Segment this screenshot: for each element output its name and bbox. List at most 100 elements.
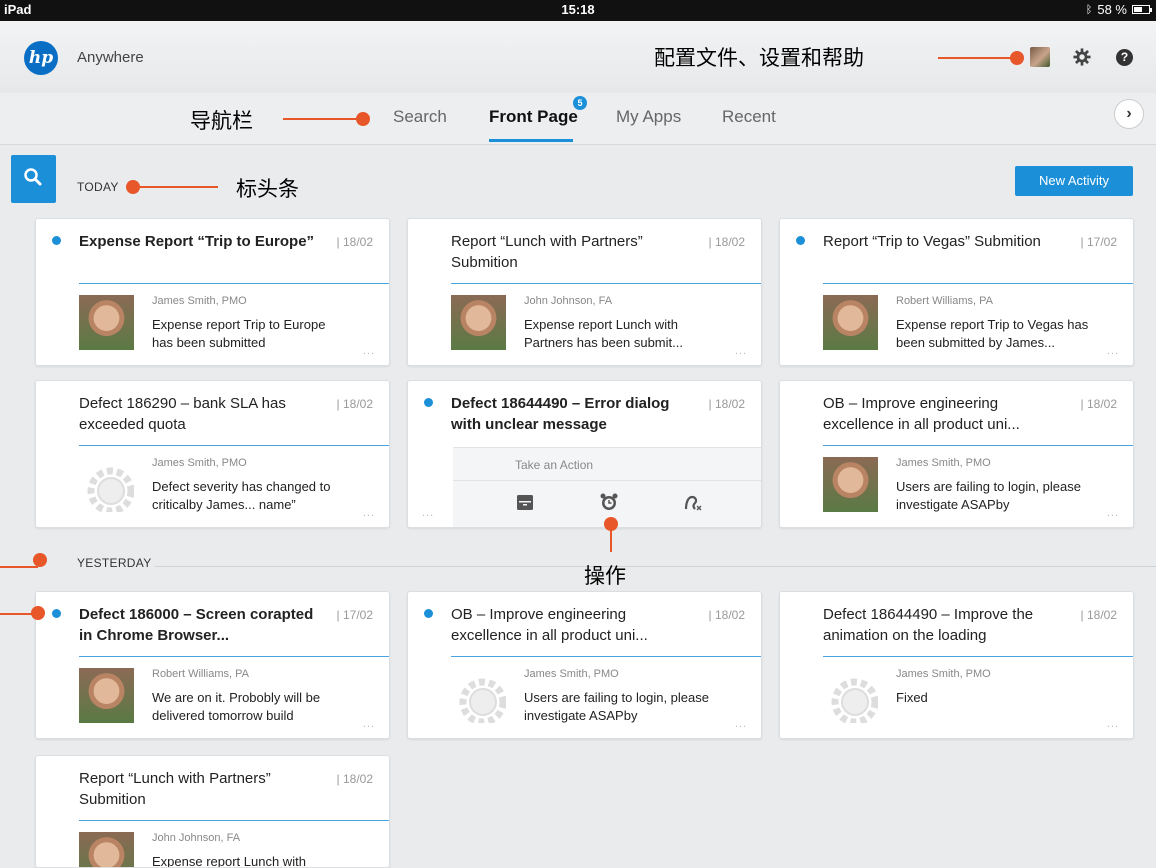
card-title: Report “Trip to Vegas” Submition [823,233,1041,250]
card-message: Expense report Trip to Europe has been s… [152,317,326,350]
tab-search[interactable]: Search [393,107,447,127]
card-message: Expense report Lunch with Partners has b… [524,317,683,350]
card-author: James Smith, PMO [152,457,247,469]
tab-recent[interactable]: Recent [722,107,776,127]
card-date: | 17/02 [1080,235,1117,249]
more-icon[interactable]: ... [1107,507,1119,519]
card-divider [79,445,389,446]
unassign-icon[interactable] [683,492,703,512]
new-activity-button[interactable]: New Activity [1015,166,1133,196]
author-avatar [823,295,878,350]
annotation-dot [604,517,618,531]
annotation-profile: 配置文件、设置和帮助 [654,46,864,70]
more-icon[interactable]: ... [735,345,747,357]
card-message: Expense report Trip to Vegas has been su… [896,317,1089,350]
battery-percent: 58 % [1097,2,1127,17]
card-title: Report “Lunch with Partners” Submition [451,233,643,271]
activity-card-action[interactable]: Defect 18644490 – Error dialog with uncl… [407,380,762,528]
card-message: Users are failing to login, please inves… [896,479,1081,512]
activity-card[interactable]: Expense Report “Trip to Europe” | 18/02 … [35,218,390,366]
card-title: OB – Improve engineering excellence in a… [451,606,648,644]
card-date: | 18/02 [336,397,373,411]
activity-card[interactable]: Report “Lunch with Partners” Submition |… [407,218,762,366]
activity-card[interactable]: Report “Lunch with Partners” Submition |… [35,755,390,868]
annotation-line [0,566,38,568]
clock: 15:18 [561,2,595,17]
battery-icon [1132,5,1152,14]
card-date: | 18/02 [1080,608,1117,622]
activity-card[interactable]: Defect 186000 – Screen corapted in Chrom… [35,591,390,739]
action-panel: Take an Action [453,447,761,527]
more-icon[interactable]: ... [1107,345,1119,357]
unread-dot [52,236,61,245]
placeholder-gear-icon [79,457,134,512]
card-author: James Smith, PMO [896,457,991,469]
card-author: John Johnson, FA [152,832,241,844]
card-date: | 18/02 [708,235,745,249]
author-avatar [79,832,134,867]
tab-front-page[interactable]: Front Page [489,107,578,127]
unread-dot [424,609,433,618]
active-tab-indicator [489,139,573,142]
annotation-dot [1010,51,1024,65]
tab-my-apps[interactable]: My Apps [616,107,681,127]
card-title: OB – Improve engineering excellence in a… [823,395,1020,433]
activity-card[interactable]: Report “Trip to Vegas” Submition | 17/02… [779,218,1134,366]
more-icon[interactable]: ... [1107,718,1119,730]
card-message: Fixed [896,690,928,705]
section-divider [155,566,1156,567]
card-message: Defect severity has changed to criticalb… [152,479,331,512]
more-icon[interactable]: ... [422,507,434,519]
card-date: | 18/02 [336,772,373,786]
alarm-icon[interactable] [599,492,619,512]
search-button[interactable] [11,155,56,203]
card-message: Expense report Lunch with [152,854,306,868]
card-title: Defect 18644490 – Error dialog with uncl… [451,395,670,433]
card-divider [451,656,761,657]
annotation-actions: 操作 [584,564,626,588]
help-icon[interactable]: ? [1116,49,1133,66]
card-title: Defect 186000 – Screen corapted in Chrom… [79,606,314,644]
card-date: | 18/02 [708,608,745,622]
profile-avatar[interactable] [1030,47,1050,67]
author-avatar [79,668,134,723]
annotation-navbar: 导航栏 [190,109,253,133]
activity-card[interactable]: Defect 18644490 – Improve the animation … [779,591,1134,739]
card-divider [451,283,761,284]
annotation-dot [33,553,47,567]
section-today: TODAY [77,180,119,194]
nav-next-button[interactable]: › [1114,99,1144,129]
battery-fill [1134,7,1143,12]
status-right: ᛒ 58 % [1086,2,1152,17]
card-divider [823,656,1133,657]
notification-badge: 5 [573,96,587,110]
card-date: | 18/02 [1080,397,1117,411]
card-title: Expense Report “Trip to Europe” [79,233,315,250]
activity-card[interactable]: Defect 186290 – bank SLA has exceeded qu… [35,380,390,528]
more-icon[interactable]: ... [363,345,375,357]
unread-dot [52,609,61,618]
card-author: Robert Williams, PA [896,295,993,307]
archive-icon[interactable] [515,492,535,512]
card-author: James Smith, PMO [896,668,991,680]
annotation-dot [31,606,45,620]
card-divider [79,283,389,284]
annotation-line [938,57,1020,59]
activity-card[interactable]: OB – Improve engineering excellence in a… [407,591,762,739]
more-icon[interactable]: ... [735,718,747,730]
annotation-dot [126,180,140,194]
unread-dot [796,236,805,245]
action-divider [453,480,761,481]
annotation-line [136,186,218,188]
card-divider [823,445,1133,446]
author-avatar [451,295,506,350]
card-author: James Smith, PMO [524,668,619,680]
annotation-line [283,118,363,120]
more-icon[interactable]: ... [363,507,375,519]
hp-logo[interactable]: hp [24,41,58,75]
more-icon[interactable]: ... [363,718,375,730]
card-divider [823,283,1133,284]
card-message: We are on it. Probobly will be delivered… [152,690,321,723]
settings-gear-icon[interactable] [1073,48,1091,66]
activity-card[interactable]: OB – Improve engineering excellence in a… [779,380,1134,528]
